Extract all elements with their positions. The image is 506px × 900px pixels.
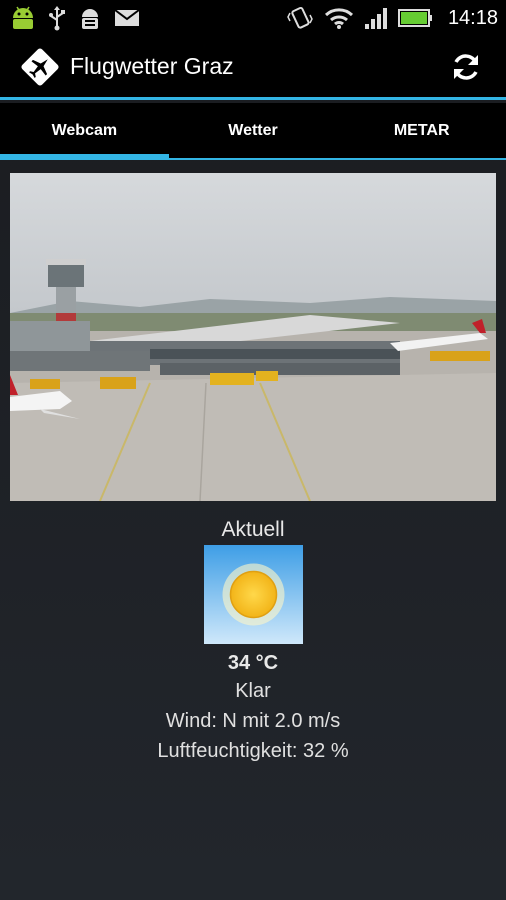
- notification-icons: [0, 4, 140, 32]
- tab-label: Webcam: [51, 121, 118, 139]
- refresh-icon: [454, 53, 478, 80]
- tab-metar[interactable]: METAR: [337, 103, 506, 158]
- vibrate-icon: [286, 4, 314, 32]
- refresh-button[interactable]: [442, 43, 490, 91]
- action-bar: Flugwetter Graz: [0, 36, 506, 100]
- email-icon: [114, 8, 140, 28]
- status-bar: 14:18: [0, 0, 506, 36]
- temperature: 34 °C: [227, 652, 279, 674]
- usb-icon: [48, 5, 66, 31]
- clock: 14:18: [447, 6, 498, 29]
- signal-icon: [364, 6, 388, 30]
- wifi-icon: [324, 6, 354, 30]
- tab-label: Wetter: [228, 121, 278, 139]
- condition-text: Klar: [235, 680, 271, 702]
- tab-label: METAR: [393, 121, 450, 139]
- system-icons: 14:18: [286, 4, 506, 32]
- airplane-icon: [20, 47, 60, 87]
- weather-heading: Aktuell: [221, 518, 285, 541]
- tab-webcam[interactable]: Webcam: [0, 103, 169, 160]
- sun-icon: [203, 545, 303, 644]
- android-icon: [10, 4, 36, 32]
- weather-panel: Aktuell 34 °C Klar Wind: N mit 2.0 m/s L…: [0, 515, 506, 766]
- battery-icon: [397, 7, 434, 29]
- wind-text: Wind: N mit 2.0 m/s: [165, 710, 341, 732]
- tab-bar: Webcam Wetter METAR: [0, 103, 506, 160]
- app-title: Flugwetter Graz: [70, 53, 234, 79]
- webcam-image: [10, 173, 496, 501]
- debug-icon: [78, 5, 102, 31]
- tab-wetter[interactable]: Wetter: [169, 103, 338, 158]
- humidity-text: Luftfeuchtigkeit: 32 %: [157, 740, 349, 762]
